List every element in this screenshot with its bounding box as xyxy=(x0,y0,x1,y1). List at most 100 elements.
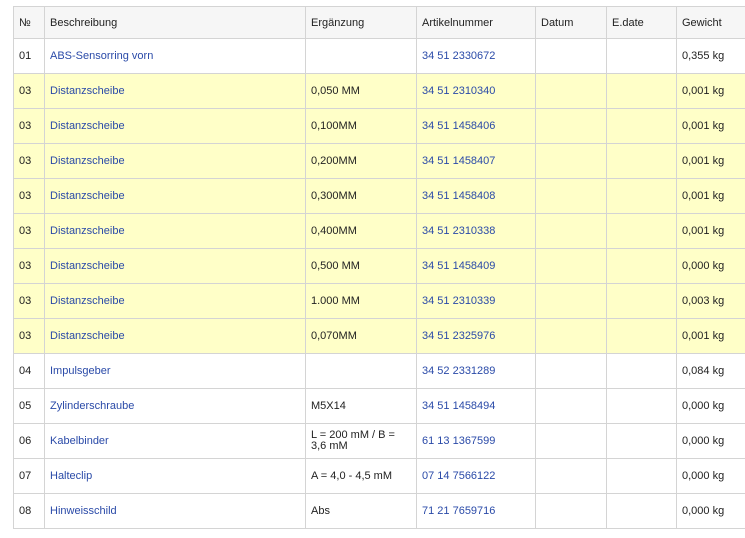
cell-weight: 0,001 kg xyxy=(676,73,745,109)
cell-description-link[interactable]: Distanzscheibe xyxy=(44,178,306,214)
cell-number: 05 xyxy=(13,388,45,424)
cell-number: 03 xyxy=(13,178,45,214)
cell-description-link[interactable]: Halteclip xyxy=(44,458,306,494)
cell-supplement: 0,050 MM xyxy=(305,73,417,109)
cell-part-number-link[interactable]: 34 51 1458406 xyxy=(416,108,536,144)
table-row[interactable]: 03 Distanzscheibe 0,300MM 34 51 1458408 0,00… xyxy=(13,178,745,214)
cell-weight: 0,003 kg xyxy=(676,283,745,319)
cell-supplement xyxy=(305,38,417,74)
cell-end-date xyxy=(606,388,677,424)
cell-date xyxy=(535,213,607,249)
cell-date xyxy=(535,178,607,214)
cell-end-date xyxy=(606,423,677,459)
col-header-date[interactable]: Datum xyxy=(535,6,607,39)
col-header-supplement[interactable]: Ergänzung xyxy=(305,6,417,39)
cell-supplement: 0,070MM xyxy=(305,318,417,354)
table-row[interactable]: 03 Distanzscheibe 0,050 MM 34 51 2310340 0,0… xyxy=(13,73,745,109)
cell-description-link[interactable]: Zylinderschraube xyxy=(44,388,306,424)
cell-supplement: 0,200MM xyxy=(305,143,417,179)
cell-part-number-link[interactable]: 34 51 2330672 xyxy=(416,38,536,74)
cell-description-link[interactable]: Distanzscheibe xyxy=(44,143,306,179)
cell-end-date xyxy=(606,283,677,319)
cell-number: 03 xyxy=(13,108,45,144)
cell-supplement: M5X14 xyxy=(305,388,417,424)
cell-part-number-link[interactable]: 61 13 1367599 xyxy=(416,423,536,459)
cell-date xyxy=(535,388,607,424)
cell-end-date xyxy=(606,213,677,249)
cell-part-number-link[interactable]: 34 51 1458407 xyxy=(416,143,536,179)
cell-number: 04 xyxy=(13,353,45,389)
cell-weight: 0,000 kg xyxy=(676,458,745,494)
cell-weight: 0,355 kg xyxy=(676,38,745,74)
table-row[interactable]: 04 Impulsgeber 34 52 2331289 0,084 kg xyxy=(13,353,745,389)
cell-part-number-link[interactable]: 34 51 1458409 xyxy=(416,248,536,284)
table-row[interactable]: 06 Kabelbinder L = 200 mM / B = 3,6 mM 61 1… xyxy=(13,423,745,459)
cell-date xyxy=(535,318,607,354)
col-header-end-date[interactable]: E.date xyxy=(606,6,677,39)
cell-part-number-link[interactable]: 34 51 1458494 xyxy=(416,388,536,424)
cell-description-link[interactable]: Distanzscheibe xyxy=(44,318,306,354)
cell-description-link[interactable]: Distanzscheibe xyxy=(44,108,306,144)
cell-part-number-link[interactable]: 34 51 1458408 xyxy=(416,178,536,214)
col-header-weight[interactable]: Gewicht xyxy=(676,6,745,39)
cell-supplement: 0,300MM xyxy=(305,178,417,214)
cell-number: 01 xyxy=(13,38,45,74)
cell-number: 03 xyxy=(13,283,45,319)
cell-end-date xyxy=(606,493,677,529)
table-row[interactable]: 08 Hinweisschild Abs 71 21 7659716 0,000 kg xyxy=(13,493,745,529)
cell-date xyxy=(535,143,607,179)
cell-date xyxy=(535,283,607,319)
cell-description-link[interactable]: Hinweisschild xyxy=(44,493,306,529)
cell-date xyxy=(535,248,607,284)
cell-end-date xyxy=(606,38,677,74)
table-row[interactable]: 05 Zylinderschraube M5X14 34 51 1458494 0,00… xyxy=(13,388,745,424)
cell-end-date xyxy=(606,318,677,354)
header-row: № Beschreibung Ergänzung Artikelnummer D… xyxy=(13,6,745,39)
cell-part-number-link[interactable]: 34 51 2310338 xyxy=(416,213,536,249)
cell-weight: 0,000 kg xyxy=(676,423,745,459)
cell-description-link[interactable]: ABS-Sensorring vorn xyxy=(44,38,306,74)
cell-supplement: Abs xyxy=(305,493,417,529)
cell-date xyxy=(535,353,607,389)
cell-part-number-link[interactable]: 07 14 7566122 xyxy=(416,458,536,494)
cell-description-link[interactable]: Distanzscheibe xyxy=(44,248,306,284)
col-header-number[interactable]: № xyxy=(13,6,45,39)
cell-description-link[interactable]: Impulsgeber xyxy=(44,353,306,389)
cell-end-date xyxy=(606,353,677,389)
cell-date xyxy=(535,73,607,109)
cell-part-number-link[interactable]: 34 52 2331289 xyxy=(416,353,536,389)
cell-end-date xyxy=(606,108,677,144)
cell-date xyxy=(535,458,607,494)
table-row[interactable]: 07 Halteclip A = 4,0 - 4,5 mM 07 14 7566122… xyxy=(13,458,745,494)
cell-description-link[interactable]: Distanzscheibe xyxy=(44,283,306,319)
table-row[interactable]: 01 ABS-Sensorring vorn 34 51 2330672 0,355 … xyxy=(13,38,745,74)
cell-description-link[interactable]: Distanzscheibe xyxy=(44,73,306,109)
table-row[interactable]: 03 Distanzscheibe 0,070MM 34 51 2325976 0,00… xyxy=(13,318,745,354)
cell-number: 07 xyxy=(13,458,45,494)
cell-number: 03 xyxy=(13,248,45,284)
cell-end-date xyxy=(606,143,677,179)
table-row[interactable]: 03 Distanzscheibe 1.000 MM 34 51 2310339 0,0… xyxy=(13,283,745,319)
table-row[interactable]: 03 Distanzscheibe 0,400MM 34 51 2310338 0,00… xyxy=(13,213,745,249)
cell-description-link[interactable]: Kabelbinder xyxy=(44,423,306,459)
table-row[interactable]: 03 Distanzscheibe 0,200MM 34 51 1458407 0,00… xyxy=(13,143,745,179)
col-header-part-number[interactable]: Artikelnummer xyxy=(416,6,536,39)
cell-number: 03 xyxy=(13,143,45,179)
cell-weight: 0,000 kg xyxy=(676,493,745,529)
cell-part-number-link[interactable]: 71 21 7659716 xyxy=(416,493,536,529)
cell-weight: 0,000 kg xyxy=(676,388,745,424)
cell-supplement xyxy=(305,353,417,389)
cell-part-number-link[interactable]: 34 51 2325976 xyxy=(416,318,536,354)
cell-weight: 0,001 kg xyxy=(676,108,745,144)
col-header-description[interactable]: Beschreibung xyxy=(44,6,306,39)
cell-supplement: 1.000 MM xyxy=(305,283,417,319)
table-row[interactable]: 03 Distanzscheibe 0,500 MM 34 51 1458409 0,0… xyxy=(13,248,745,284)
cell-description-link[interactable]: Distanzscheibe xyxy=(44,213,306,249)
table-row[interactable]: 03 Distanzscheibe 0,100MM 34 51 1458406 0,00… xyxy=(13,108,745,144)
cell-number: 06 xyxy=(13,423,45,459)
cell-part-number-link[interactable]: 34 51 2310340 xyxy=(416,73,536,109)
cell-date xyxy=(535,493,607,529)
cell-supplement: A = 4,0 - 4,5 mM xyxy=(305,458,417,494)
cell-part-number-link[interactable]: 34 51 2310339 xyxy=(416,283,536,319)
cell-end-date xyxy=(606,178,677,214)
